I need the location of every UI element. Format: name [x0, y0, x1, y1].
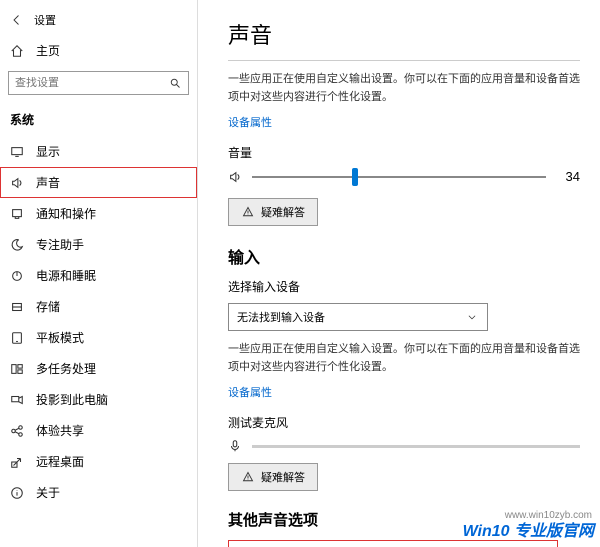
- nav-label: 关于: [36, 484, 60, 501]
- volume-label: 音量: [228, 144, 580, 161]
- input-device-dropdown[interactable]: 无法找到输入设备: [228, 303, 488, 331]
- app-volume-option[interactable]: 应用音量和设备首选项 自定义应用音量和扬声器或其使用的设备。: [228, 540, 558, 547]
- warning-icon: [241, 205, 255, 219]
- share-icon: [10, 424, 24, 438]
- back-row[interactable]: 设置: [0, 8, 197, 36]
- search-icon: [168, 76, 182, 90]
- volume-value: 34: [556, 169, 580, 184]
- btn-label: 疑难解答: [261, 204, 305, 220]
- nav-label: 声音: [36, 174, 60, 191]
- mic-row: [228, 439, 580, 453]
- home-label: 主页: [36, 42, 60, 59]
- back-label: 设置: [34, 12, 56, 28]
- nav-remote[interactable]: 远程桌面: [0, 446, 197, 477]
- btn-label: 疑难解答: [261, 469, 305, 485]
- search-wrap: [0, 71, 197, 107]
- nav-project[interactable]: 投影到此电脑: [0, 384, 197, 415]
- troubleshoot-input-button[interactable]: 疑难解答: [228, 463, 318, 491]
- nav-sound[interactable]: 声音: [0, 167, 197, 198]
- nav-about[interactable]: 关于: [0, 477, 197, 508]
- project-icon: [10, 393, 24, 407]
- nav-storage[interactable]: 存储: [0, 291, 197, 322]
- nav-label: 通知和操作: [36, 205, 96, 222]
- input-desc: 一些应用正在使用自定义输入设置。你可以在下面的应用音量和设备首选项中对这些内容进…: [228, 341, 580, 376]
- tablet-icon: [10, 331, 24, 345]
- speaker-icon[interactable]: [228, 170, 242, 184]
- multitask-icon: [10, 362, 24, 376]
- device-properties-link[interactable]: 设备属性: [228, 114, 272, 130]
- nav-label: 显示: [36, 143, 60, 160]
- main-content: 声音 一些应用正在使用自定义输出设置。你可以在下面的应用音量和设备首选项中对这些…: [198, 0, 600, 547]
- nav-share[interactable]: 体验共享: [0, 415, 197, 446]
- volume-slider[interactable]: [252, 176, 546, 178]
- nav-focus[interactable]: 专注助手: [0, 229, 197, 260]
- input-device-properties-link[interactable]: 设备属性: [228, 384, 272, 400]
- nav-power[interactable]: 电源和睡眠: [0, 260, 197, 291]
- volume-row: 34: [228, 169, 580, 184]
- divider: [228, 60, 580, 61]
- sidebar: 设置 主页 系统 显示 声音 通知和操作 专注助手: [0, 0, 198, 547]
- output-desc: 一些应用正在使用自定义输出设置。你可以在下面的应用音量和设备首选项中对这些内容进…: [228, 71, 580, 106]
- nav-label: 专注助手: [36, 236, 84, 253]
- nav-tablet[interactable]: 平板模式: [0, 322, 197, 353]
- mic-icon: [228, 439, 242, 453]
- info-icon: [10, 486, 24, 500]
- moon-icon: [10, 238, 24, 252]
- troubleshoot-output-button[interactable]: 疑难解答: [228, 198, 318, 226]
- storage-icon: [10, 300, 24, 314]
- mic-level-bar: [252, 445, 580, 448]
- input-select-label: 选择输入设备: [228, 278, 580, 295]
- nav-notifications[interactable]: 通知和操作: [0, 198, 197, 229]
- section-title: 系统: [0, 107, 197, 136]
- test-mic-label: 测试麦克风: [228, 414, 580, 431]
- search-box[interactable]: [8, 71, 189, 95]
- nav-label: 电源和睡眠: [36, 267, 96, 284]
- chevron-down-icon: [465, 310, 479, 324]
- nav-label: 投影到此电脑: [36, 391, 108, 408]
- other-heading: 其他声音选项: [228, 509, 580, 530]
- dropdown-value: 无法找到输入设备: [237, 309, 325, 325]
- power-icon: [10, 269, 24, 283]
- remote-icon: [10, 455, 24, 469]
- back-icon: [10, 13, 24, 27]
- page-title: 声音: [228, 18, 580, 50]
- monitor-icon: [10, 145, 24, 159]
- warning-icon: [241, 470, 255, 484]
- nav-label: 存储: [36, 298, 60, 315]
- speaker-icon: [10, 176, 24, 190]
- nav-label: 体验共享: [36, 422, 84, 439]
- nav-label: 平板模式: [36, 329, 84, 346]
- nav-display[interactable]: 显示: [0, 136, 197, 167]
- search-input[interactable]: [15, 77, 168, 89]
- nav-multitask[interactable]: 多任务处理: [0, 353, 197, 384]
- home-icon: [10, 44, 24, 58]
- nav-label: 多任务处理: [36, 360, 96, 377]
- home-row[interactable]: 主页: [0, 36, 197, 65]
- nav-label: 远程桌面: [36, 453, 84, 470]
- notification-icon: [10, 207, 24, 221]
- input-heading: 输入: [228, 244, 580, 268]
